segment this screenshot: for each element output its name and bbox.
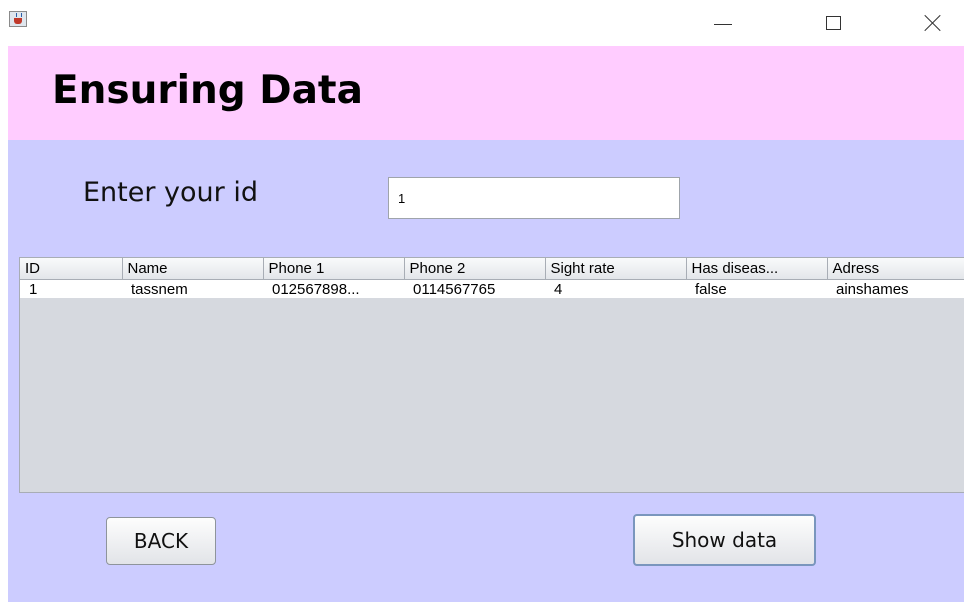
column-header-id[interactable]: ID	[20, 258, 123, 280]
column-header-address[interactable]: Adress	[827, 258, 964, 280]
table-cell[interactable]: 4	[545, 279, 686, 298]
id-input[interactable]	[388, 177, 680, 219]
maximize-button[interactable]	[803, 0, 863, 46]
app-window: Ensuring Data Enter your id ID Na	[0, 0, 964, 602]
page-title: Ensuring Data	[52, 68, 363, 113]
table-cell[interactable]: 0114567765	[404, 279, 545, 298]
minimize-button[interactable]	[693, 0, 753, 46]
table-header-row: ID Name Phone 1 Phone 2 Sight rate Has d…	[20, 258, 964, 280]
back-button[interactable]: BACK	[106, 517, 216, 565]
table-cell[interactable]: tassnem	[122, 279, 263, 298]
minimize-icon	[714, 23, 732, 25]
table-cell[interactable]: 1	[20, 279, 122, 298]
table-cell[interactable]: 012567898...	[263, 279, 404, 298]
column-header-phone2[interactable]: Phone 2	[404, 258, 546, 280]
title-bar	[0, 0, 964, 46]
java-cup-icon[interactable]	[9, 11, 27, 27]
data-table[interactable]: ID Name Phone 1 Phone 2 Sight rate Has d…	[20, 258, 964, 298]
column-header-phone1[interactable]: Phone 1	[263, 258, 405, 280]
table-cell[interactable]: false	[686, 279, 827, 298]
data-table-scrollpane[interactable]: ID Name Phone 1 Phone 2 Sight rate Has d…	[19, 257, 964, 493]
id-label: Enter your id	[83, 177, 258, 208]
column-header-name[interactable]: Name	[122, 258, 264, 280]
header-panel: Ensuring Data	[8, 46, 964, 140]
column-header-sight-rate[interactable]: Sight rate	[545, 258, 687, 280]
close-button[interactable]	[903, 0, 963, 46]
column-header-has-disease[interactable]: Has diseas...	[686, 258, 828, 280]
content-panel: Ensuring Data Enter your id ID Na	[8, 46, 964, 602]
table-row[interactable]: 1 tassnem 012567898... 0114567765 4 fals…	[20, 279, 964, 298]
table-cell[interactable]: ainshames	[827, 279, 964, 298]
maximize-icon	[825, 16, 841, 30]
show-data-button[interactable]: Show data	[633, 514, 816, 566]
close-icon	[924, 14, 942, 32]
